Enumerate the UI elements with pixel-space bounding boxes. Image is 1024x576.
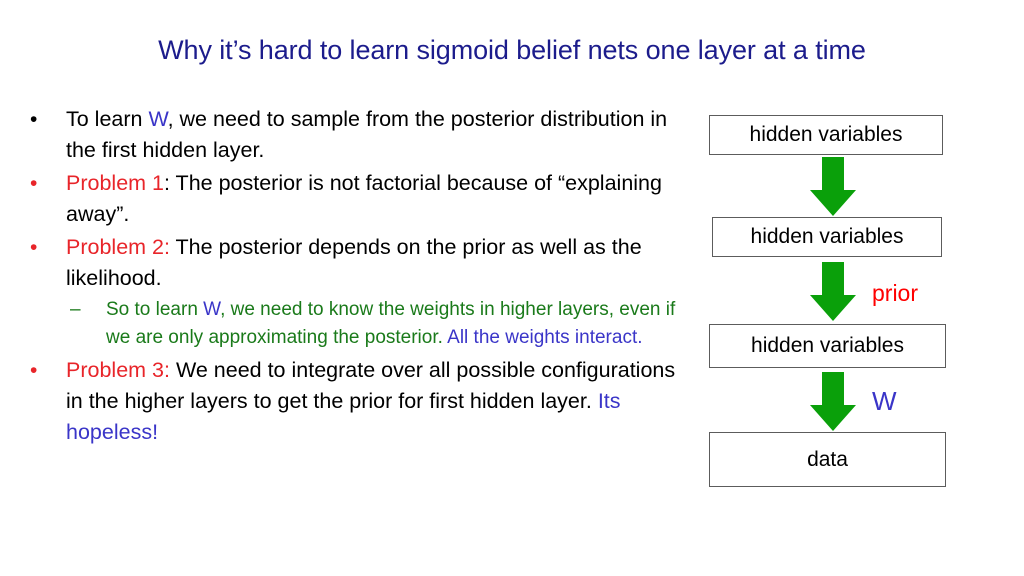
list-item: • Problem 3: We need to integrate over a… <box>24 355 684 448</box>
slide-canvas: Why it’s hard to learn sigmoid belief ne… <box>0 0 1024 576</box>
page-title: Why it’s hard to learn sigmoid belief ne… <box>158 35 866 65</box>
node-hidden-variables-middle: hidden variables <box>712 217 942 257</box>
text-segment-emphasis: All the weights interact. <box>447 327 643 348</box>
list-item: • Problem 1: The posterior is not factor… <box>24 168 684 230</box>
text-segment-weight-symbol: W <box>203 299 221 320</box>
edge-label-weights: W <box>872 386 897 416</box>
text-segment: To learn <box>66 107 149 131</box>
list-item: • To learn W, we need to sample from the… <box>24 104 684 166</box>
list-item: • Problem 2: The posterior depends on th… <box>24 232 684 294</box>
bullet-marker-icon: • <box>30 172 38 195</box>
list-item-text: Problem 3: We need to integrate over all… <box>66 355 684 448</box>
list-item-text: Problem 2: The posterior depends on the … <box>66 232 684 294</box>
down-arrow-icon <box>809 262 857 322</box>
node-hidden-variables-top: hidden variables <box>709 115 943 155</box>
bullet-list: • To learn W, we need to sample from the… <box>24 104 684 450</box>
node-hidden-variables-bottom: hidden variables <box>709 324 946 368</box>
bullet-marker-icon: • <box>30 236 38 259</box>
sub-list-item-text: So to learn W, we need to know the weigh… <box>106 296 684 352</box>
text-segment-problem-label: Problem 3: <box>66 358 170 382</box>
node-data: data <box>709 432 946 487</box>
down-arrow-icon <box>809 157 857 217</box>
text-segment-weight-symbol: W <box>148 107 168 131</box>
sub-bullet-marker-icon: – <box>70 299 81 320</box>
bullet-marker-icon: • <box>30 108 38 131</box>
text-segment: So to learn <box>106 299 204 320</box>
edge-label-prior: prior <box>872 280 919 306</box>
bullet-marker-icon: • <box>30 359 38 382</box>
down-arrow-icon <box>809 372 857 432</box>
sub-list-item: – So to learn W, we need to know the wei… <box>24 296 684 352</box>
list-item-text: To learn W, we need to sample from the p… <box>66 104 684 166</box>
list-item-text: Problem 1: The posterior is not factoria… <box>66 168 684 230</box>
text-segment-problem-label: Problem 2: <box>66 235 170 259</box>
layer-stack-diagram: hidden variables hidden variables prior … <box>700 104 1010 504</box>
text-segment-problem-label: Problem 1 <box>66 171 164 195</box>
